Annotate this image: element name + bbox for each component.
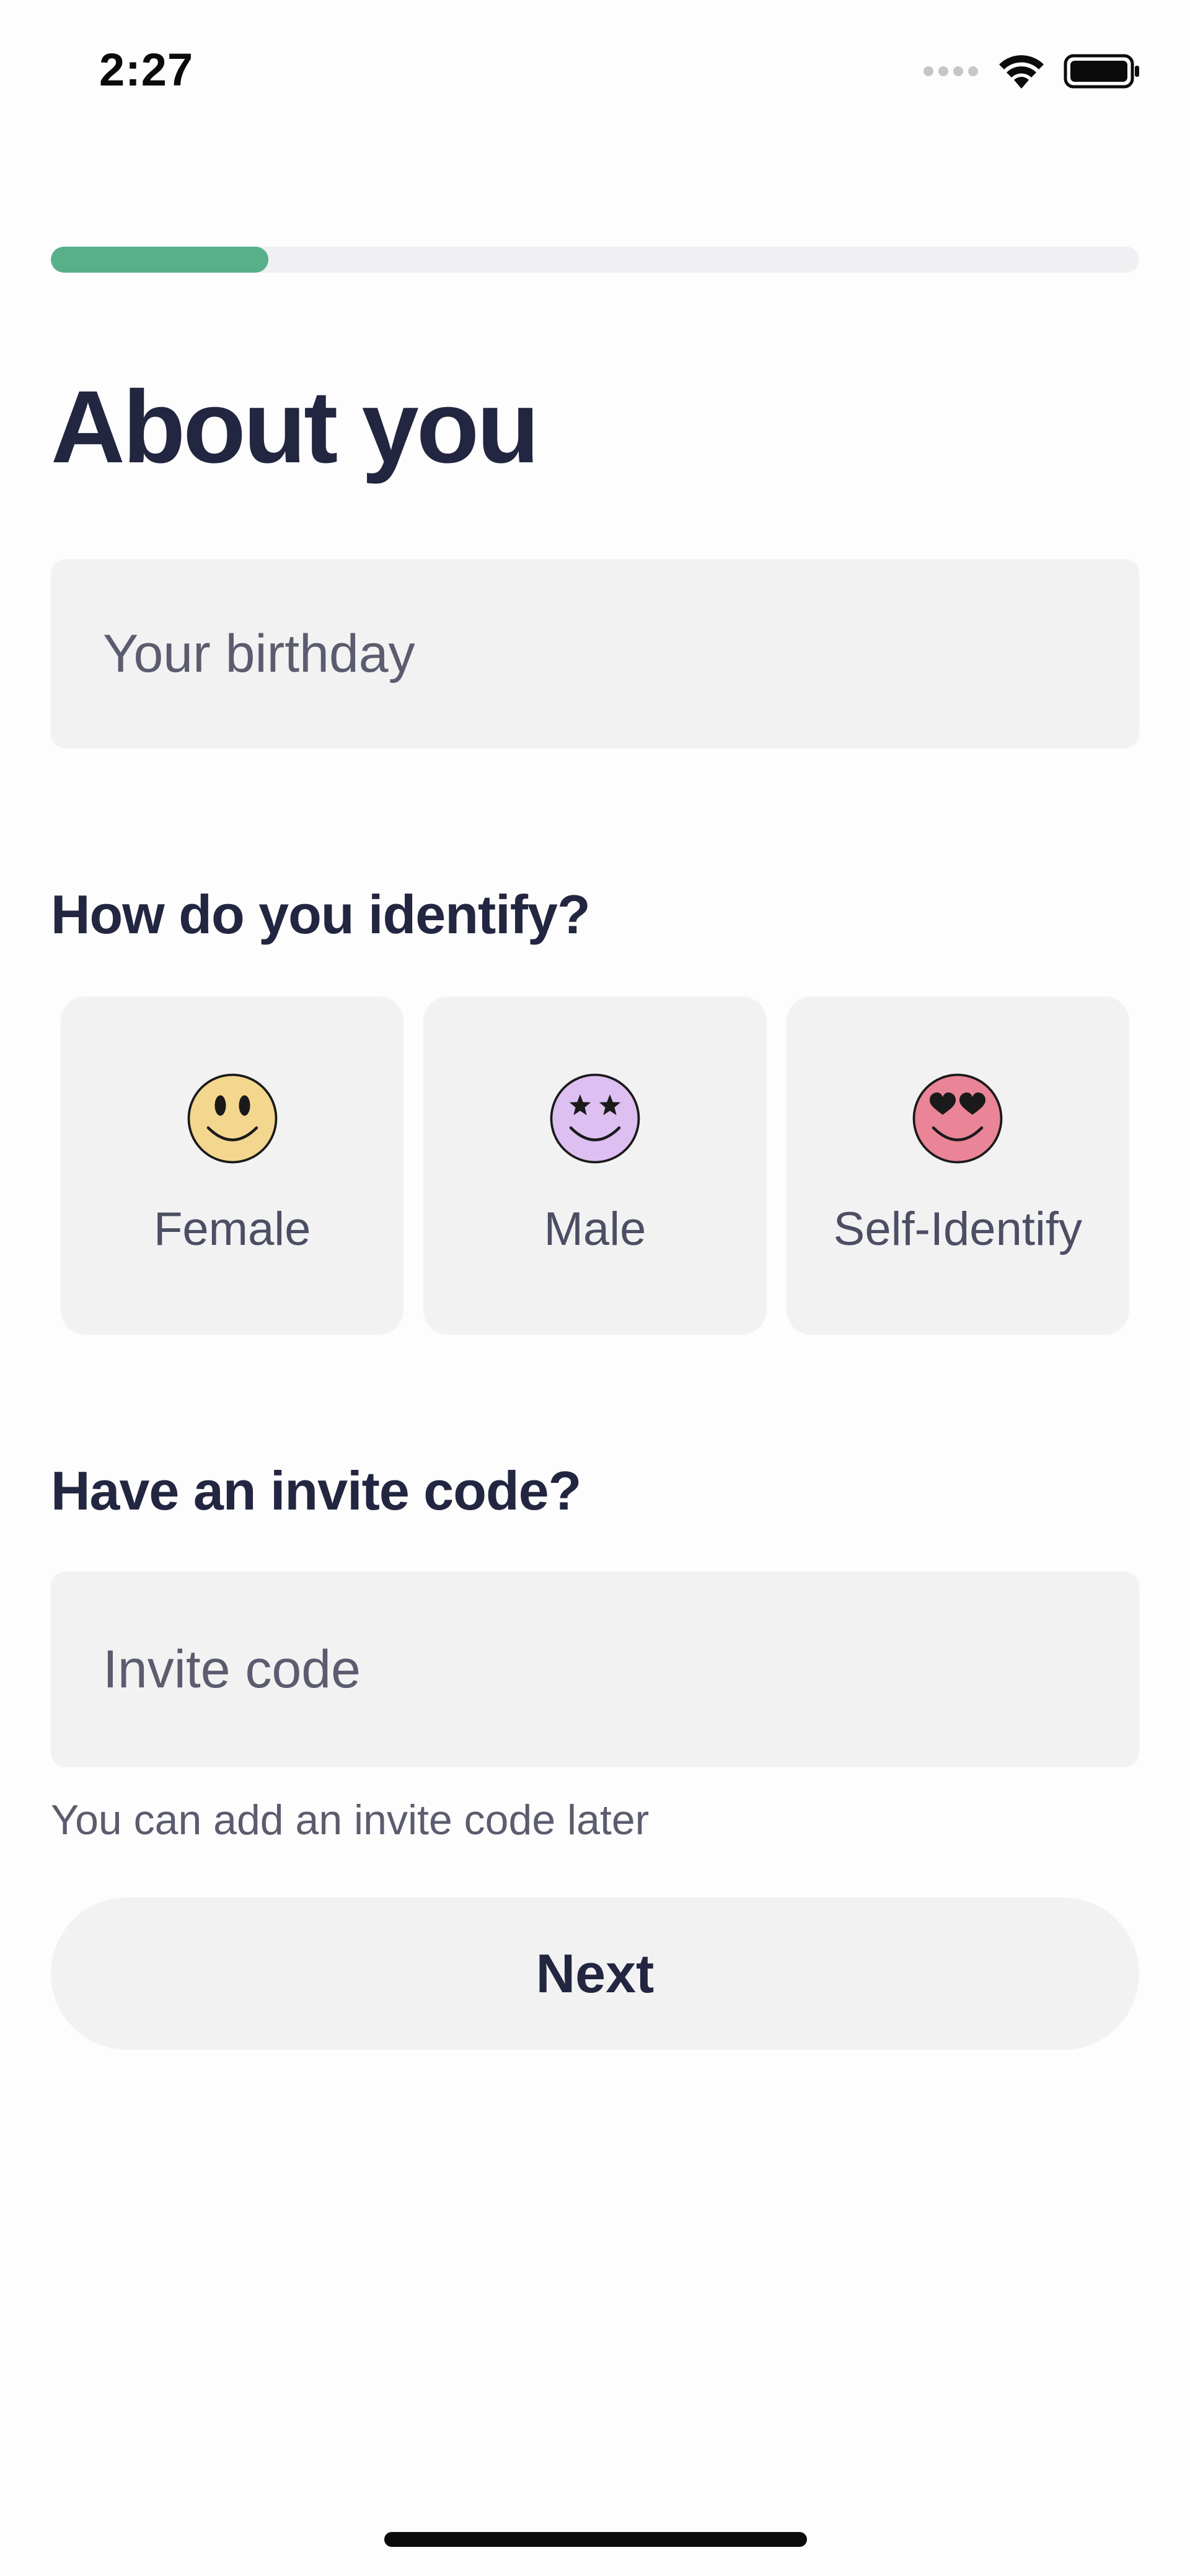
birthday-placeholder: Your birthday — [103, 623, 415, 684]
option-self-identify-label: Self-Identify — [833, 1203, 1082, 1255]
signal-dots-icon — [922, 64, 979, 81]
option-female-label: Female — [153, 1203, 311, 1255]
birthday-field[interactable]: Your birthday — [51, 559, 1139, 749]
next-button[interactable]: Next — [51, 1897, 1139, 2050]
option-male[interactable]: Male — [423, 996, 767, 1335]
star-eyes-face-icon — [550, 1073, 640, 1164]
option-male-label: Male — [544, 1203, 646, 1255]
identify-heading: How do you identify? — [51, 884, 591, 945]
status-time: 2:27 — [99, 44, 194, 95]
heart-eyes-face-icon — [912, 1073, 1003, 1164]
invite-code-placeholder: Invite code — [103, 1639, 361, 1699]
progress-fill — [51, 247, 269, 273]
page-title: About you — [51, 370, 540, 485]
option-female[interactable]: Female — [61, 996, 404, 1335]
status-icons — [922, 53, 1140, 93]
option-self-identify[interactable]: Self-Identify — [786, 996, 1129, 1335]
invite-heading: Have an invite code? — [51, 1460, 581, 1521]
smiley-face-icon — [187, 1073, 278, 1164]
progress-bar — [51, 247, 1139, 273]
invite-hint: You can add an invite code later — [51, 1796, 650, 1844]
wifi-icon — [997, 53, 1046, 93]
invite-code-field[interactable]: Invite code — [51, 1572, 1139, 1767]
home-indicator — [384, 2532, 807, 2547]
gender-options: Female Male Self-Identify — [61, 996, 1129, 1335]
battery-icon — [1064, 53, 1140, 93]
